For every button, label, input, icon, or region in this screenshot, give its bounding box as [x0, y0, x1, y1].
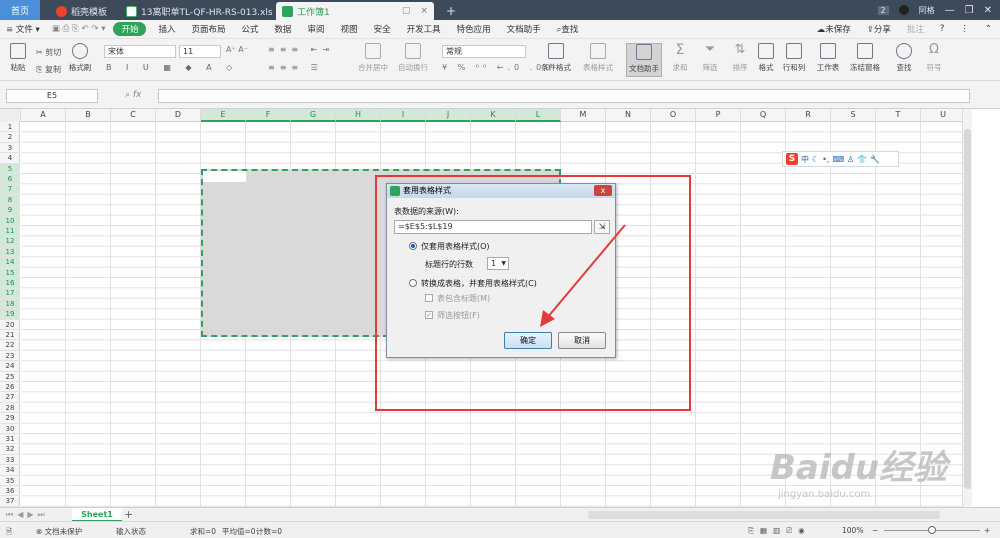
sheet-tab-sheet1[interactable]: Sheet1: [72, 508, 122, 522]
watermark-url: jingyan.baidu.com: [778, 489, 871, 500]
sum-value: 求和=0: [190, 527, 217, 536]
input-mode: 输入状态: [116, 527, 146, 536]
protect-status[interactable]: ⊗ 文档未保护: [36, 526, 82, 537]
zoom-in-icon[interactable]: +: [984, 526, 990, 535]
count-value: 计数=0: [256, 527, 283, 536]
add-sheet-button[interactable]: +: [124, 508, 133, 521]
zoom-level[interactable]: 100%: [842, 526, 863, 535]
sheet-nav-icons[interactable]: ⏮◀▶⏭: [6, 510, 49, 520]
status-bar: 🗎 ⊗ 文档未保护 输入状态 求和=0 平均值=0 计数=0 ⎘▦▥⎚◉ 100…: [0, 521, 1000, 538]
scroll-thumb[interactable]: [964, 129, 971, 489]
shield-icon: ⊗: [36, 527, 45, 536]
zoom-out-icon[interactable]: −: [872, 526, 878, 535]
status-doc-icon: 🗎: [6, 527, 13, 536]
baidu-watermark: Baidu经验 jingyan.baidu.com: [770, 440, 970, 510]
avg-value: 平均值=0: [222, 527, 256, 536]
horizontal-scrollbar[interactable]: [588, 511, 940, 519]
arrow-line: [546, 224, 626, 319]
protect-label: 文档未保护: [44, 527, 83, 536]
watermark-brand: Baidu经验: [770, 448, 948, 488]
view-mode-icons[interactable]: ⎘▦▥⎚◉: [748, 526, 811, 536]
zoom-slider-thumb[interactable]: [928, 526, 936, 534]
